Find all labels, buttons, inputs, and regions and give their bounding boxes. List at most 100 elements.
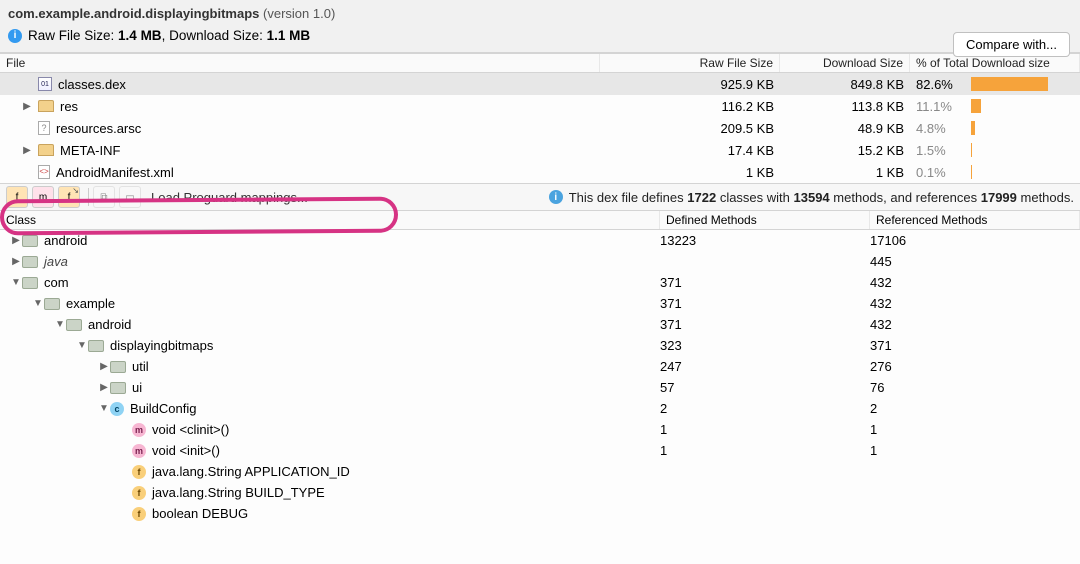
file-row[interactable]: ▶res116.2 KB113.8 KB11.1% — [0, 95, 1080, 117]
referenced-methods-cell: 276 — [870, 359, 1080, 374]
class-name-cell[interactable]: ▼com — [0, 275, 660, 290]
class-icon — [110, 402, 124, 416]
raw-size-cell: 17.4 KB — [600, 143, 780, 158]
class-name-cell[interactable]: ▼example — [0, 296, 660, 311]
class-tree-row[interactable]: ▼displayingbitmaps323371 — [0, 335, 1080, 356]
info-icon: i — [549, 190, 563, 204]
class-name-cell[interactable]: ▶ util — [0, 359, 660, 374]
col-defined-methods[interactable]: Defined Methods — [660, 211, 870, 229]
dex-toolbar: f m f↘ ⧉ ▭ Load Proguard mappings... i T… — [0, 183, 1080, 211]
expand-arrow-icon[interactable]: ▶ — [10, 235, 22, 246]
class-name-cell[interactable]: void <clinit>() — [0, 422, 660, 437]
raw-size-cell: 925.9 KB — [600, 77, 780, 92]
apk-header: com.example.android.displayingbitmaps (v… — [0, 0, 1080, 53]
file-row[interactable]: AndroidManifest.xml1 KB1 KB0.1% — [0, 161, 1080, 183]
class-tree-body: ▶android1322317106▶java445▼com371432▼exa… — [0, 230, 1080, 524]
dl-size-value: 1.1 MB — [267, 28, 311, 43]
package-icon — [110, 382, 126, 394]
show-methods-button[interactable]: m — [32, 186, 54, 208]
file-name-label: resources.arsc — [56, 121, 141, 136]
arsc-icon — [38, 121, 50, 135]
class-tree-row[interactable]: java.lang.String APPLICATION_ID — [0, 461, 1080, 482]
file-row[interactable]: classes.dex925.9 KB849.8 KB82.6% — [0, 73, 1080, 95]
toolbar-separator — [88, 188, 89, 206]
package-icon — [22, 277, 38, 289]
referenced-methods-cell: 445 — [870, 254, 1080, 269]
percent-cell: 1.5% — [910, 143, 965, 158]
class-name-cell[interactable]: java.lang.String APPLICATION_ID — [0, 464, 660, 479]
expand-arrow-icon[interactable]: ▼ — [76, 340, 88, 351]
class-tree-row[interactable]: ▼BuildConfig22 — [0, 398, 1080, 419]
show-fields-button[interactable]: f — [6, 186, 28, 208]
class-name-cell[interactable]: ▼ displayingbitmaps — [0, 338, 660, 353]
class-name-cell[interactable]: ▼android — [0, 317, 660, 332]
package-icon — [22, 235, 38, 247]
file-name-cell[interactable]: ▶META-INF — [0, 143, 600, 158]
class-tree-row[interactable]: ▶util247276 — [0, 356, 1080, 377]
referenced-methods-cell: 17106 — [870, 233, 1080, 248]
expand-arrow-icon[interactable]: ▶ — [98, 382, 110, 393]
referenced-methods-cell: 432 — [870, 317, 1080, 332]
class-tree-row[interactable]: ▼example371432 — [0, 293, 1080, 314]
toolbar-folder-icon[interactable]: ▭ — [119, 186, 141, 208]
toolbar-tree-icon[interactable]: ⧉ — [93, 186, 115, 208]
field-icon — [132, 507, 146, 521]
class-label: displayingbitmaps — [110, 338, 213, 353]
file-row[interactable]: resources.arsc209.5 KB48.9 KB4.8% — [0, 117, 1080, 139]
col-file[interactable]: File — [0, 54, 600, 72]
class-name-cell[interactable]: void <init>() — [0, 443, 660, 458]
raw-size-cell: 116.2 KB — [600, 99, 780, 114]
col-referenced-methods[interactable]: Referenced Methods — [870, 211, 1080, 229]
expand-arrow-icon[interactable]: ▶ — [98, 361, 110, 372]
package-version: (version 1.0) — [263, 6, 335, 21]
class-tree-row[interactable]: void <clinit>()11 — [0, 419, 1080, 440]
method-icon — [132, 444, 146, 458]
referenced-methods-cell: 2 — [870, 401, 1080, 416]
expand-arrow-icon[interactable]: ▶ — [22, 101, 32, 112]
expand-arrow-icon[interactable]: ▶ — [10, 256, 22, 267]
class-name-cell[interactable]: java.lang.String BUILD_TYPE — [0, 485, 660, 500]
expand-arrow-icon[interactable]: ▼ — [10, 277, 22, 288]
class-label: util — [132, 359, 149, 374]
expand-arrow-icon[interactable]: ▼ — [98, 403, 110, 414]
expand-arrow-icon[interactable]: ▶ — [22, 145, 32, 156]
class-tree-row[interactable]: ▶java 445 — [0, 251, 1080, 272]
file-name-cell[interactable]: AndroidManifest.xml — [0, 165, 600, 180]
file-name-cell[interactable]: resources.arsc — [0, 121, 600, 136]
load-proguard-button[interactable]: Load Proguard mappings... — [151, 190, 308, 205]
class-name-cell[interactable]: boolean DEBUG — [0, 506, 660, 521]
class-tree-row[interactable]: void <init>()11 — [0, 440, 1080, 461]
percent-cell: 0.1% — [910, 165, 965, 180]
class-table-header: Class Defined Methods Referenced Methods — [0, 211, 1080, 230]
file-name-cell[interactable]: classes.dex — [0, 77, 600, 92]
col-raw-size[interactable]: Raw File Size — [600, 54, 780, 72]
dex-icon — [38, 77, 52, 91]
defined-methods-cell: 13223 — [660, 233, 870, 248]
percent-bar — [965, 77, 1070, 91]
package-icon — [88, 340, 104, 352]
class-label: android — [44, 233, 87, 248]
class-name-cell[interactable]: ▶ui — [0, 380, 660, 395]
file-name-cell[interactable]: ▶ res — [0, 99, 600, 114]
class-tree-row[interactable]: ▼com371432 — [0, 272, 1080, 293]
compare-with-button[interactable]: Compare with... — [953, 32, 1070, 57]
class-tree-row[interactable]: ▶ui5776 — [0, 377, 1080, 398]
class-name-cell[interactable]: ▼BuildConfig — [0, 401, 660, 416]
class-tree-row[interactable]: ▼android371432 — [0, 314, 1080, 335]
col-download-size[interactable]: Download Size — [780, 54, 910, 72]
class-label: java.lang.String APPLICATION_ID — [152, 464, 350, 479]
class-name-cell[interactable]: ▶java — [0, 254, 660, 269]
class-tree-row[interactable]: ▶ android 1322317106 — [0, 230, 1080, 251]
expand-arrow-icon[interactable]: ▼ — [54, 319, 66, 330]
class-tree-row[interactable]: java.lang.String BUILD_TYPE — [0, 482, 1080, 503]
file-row[interactable]: ▶META-INF17.4 KB15.2 KB1.5% — [0, 139, 1080, 161]
class-name-cell[interactable]: ▶ android — [0, 233, 660, 248]
show-referenced-button[interactable]: f↘ — [58, 186, 80, 208]
dex-refs-count: 17999 — [981, 190, 1017, 205]
file-name-label: res — [60, 99, 78, 114]
expand-arrow-icon[interactable]: ▼ — [32, 298, 44, 309]
class-label: java.lang.String BUILD_TYPE — [152, 485, 325, 500]
col-class[interactable]: Class — [0, 211, 660, 229]
download-size-cell: 15.2 KB — [780, 143, 910, 158]
class-tree-row[interactable]: boolean DEBUG — [0, 503, 1080, 524]
